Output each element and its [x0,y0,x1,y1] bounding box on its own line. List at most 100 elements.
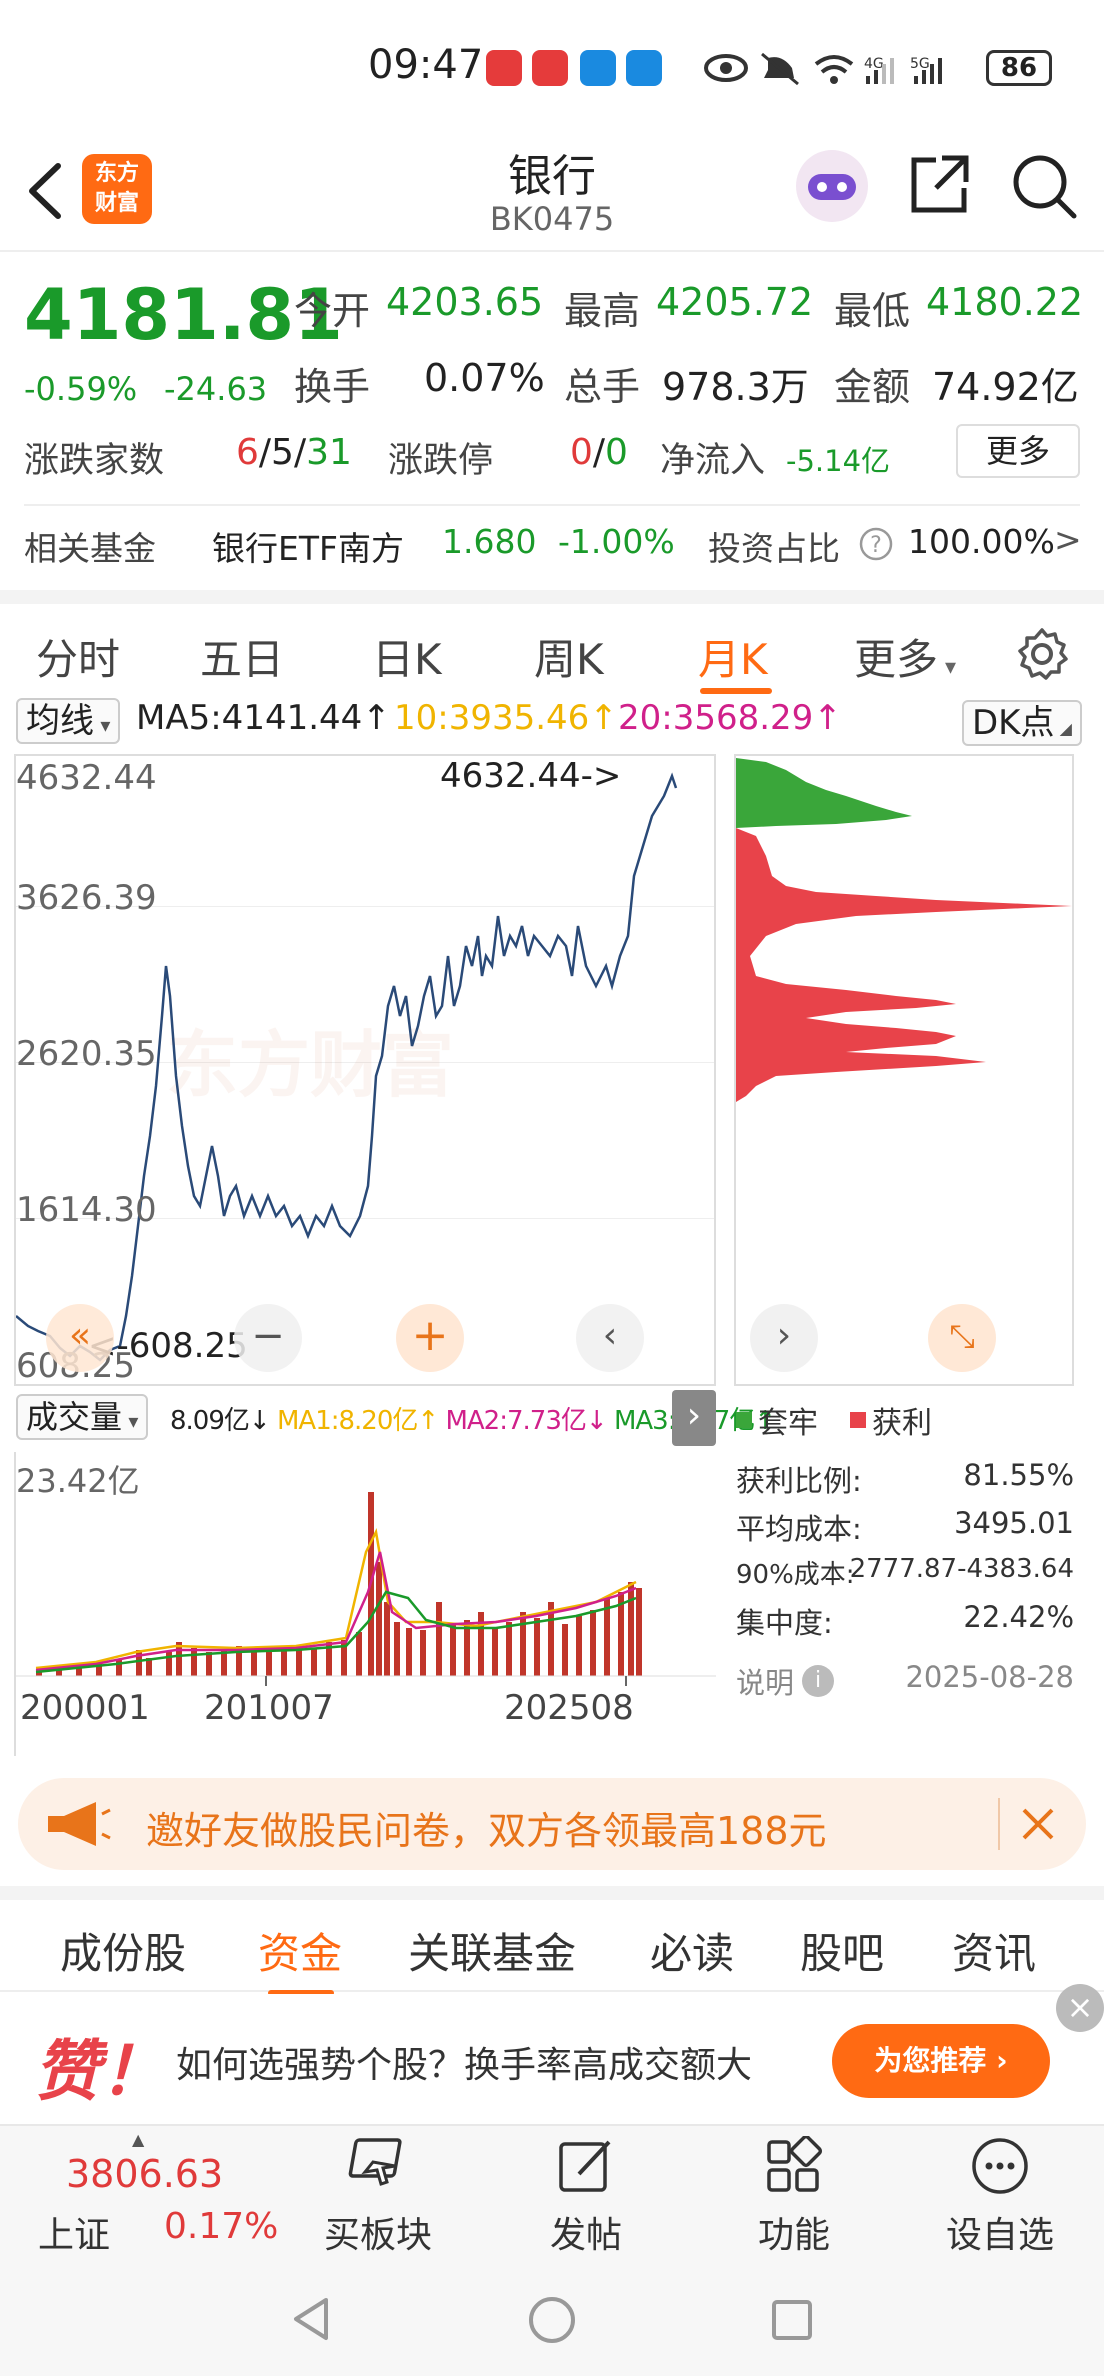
tab-daily-k[interactable]: 日K [372,626,442,687]
settings-gear-icon[interactable] [1014,626,1070,682]
high-label: 最高 [564,289,641,333]
y-label: 3626.39 [16,878,157,918]
recommend-button[interactable]: 为您推荐 › [832,2024,1050,2098]
chip-distribution-bars [736,758,1072,1102]
tab-intraday[interactable]: 分时 [36,626,120,687]
edit-icon [559,2140,611,2192]
invest-ratio-value[interactable]: 100.00% [908,522,1055,561]
amount-value: 74.92亿 [932,365,1079,409]
nav-home-icon[interactable] [526,2294,578,2346]
content-tabs: 成份股 资金 关联基金 必读 股吧 资讯 [0,1886,1104,1996]
tab-related-funds[interactable]: 关联基金 [408,1920,576,1981]
ma5-value: MA5:4141.44↑ [136,698,391,738]
expand-icon[interactable]: ⤡ [928,1304,996,1372]
profit-ratio-value: 81.55% [963,1458,1074,1492]
turnover-label: 换手 [294,365,371,409]
ma-selector[interactable]: 均线 ▾ [16,698,121,744]
promo-banner[interactable]: 邀好友做股民问卷，双方各领最高188元 [18,1778,1086,1870]
chevron-left-icon[interactable]: ‹ [576,1304,644,1372]
share-icon[interactable] [906,152,972,218]
x-label: 200001 [20,1688,150,1728]
grid-icon [767,2134,823,2192]
status-icons: 4G 5G [704,52,942,86]
tab-monthly-k[interactable]: 月K [698,626,768,687]
x-label: 201007 [204,1688,334,1728]
ma20-value: 20:3568.29↑ [618,698,842,738]
volume-value: 978.3万 [662,365,809,409]
zoom-in-icon[interactable]: + [396,1304,464,1372]
nav-recents-icon[interactable] [768,2296,816,2344]
legend-trapped-swatch [736,1412,752,1428]
more-button[interactable]: 更多 [956,424,1080,478]
notification-app-icon [532,50,568,86]
concentration-value: 22.42% [963,1600,1074,1634]
bottom-toolbar: ▲ 3806.63 上证 0.17% 买板块 发帖 功能 设自选 [0,2124,1104,2260]
tab-must-read[interactable]: 必读 [650,1920,734,1981]
y-label: 1614.30 [16,1190,157,1230]
quote-panel: 4181.81 -0.59% -24.63 今开 4203.65 最高 4205… [0,252,1104,587]
tab-forum[interactable]: 股吧 [800,1920,884,1981]
ad-banner[interactable]: 赞！ 如何选强势个股？换手率高成交额大 为您推荐 › × [0,1984,1104,2122]
notification-app-icon [580,50,616,86]
y-label: 2620.35 [16,1034,157,1074]
nav-back-icon[interactable] [286,2294,336,2344]
chip-legend: 套牢 获利 [736,1398,932,1442]
add-watchlist-button[interactable]: 设自选 [930,2136,1070,2258]
notification-app-icon [626,50,662,86]
chevron-right-icon[interactable]: > [1054,520,1082,559]
ad-close-icon[interactable]: × [1056,1984,1104,2032]
related-fund-change: -1.00% [558,522,675,561]
double-left-icon[interactable]: « [46,1304,114,1372]
kline-period-tabs: 分时 五日 日K 周K 月K 更多 ▾ [0,590,1104,694]
ad-text: 如何选强势个股？换手率高成交额大 [176,2045,753,2086]
x-label: 202508 [504,1688,634,1728]
index-change: 0.17% [164,2206,279,2247]
low-label: 最低 [834,289,911,333]
active-tab-indicator [700,688,772,694]
svg-text:4G: 4G [864,56,884,72]
chip-distribution-chart[interactable]: › ⤡ [734,754,1074,1386]
limit-label: 涨跌停 [388,441,494,481]
related-fund-price: 1.680 [442,522,537,561]
index-value[interactable]: 3806.63 [66,2152,223,2196]
open-value: 4203.65 [386,280,544,324]
kline-chart[interactable]: 东方财富 4632.44 3626.39 2620.35 1614.30 608… [14,754,716,1386]
zoom-out-icon[interactable]: − [234,1304,302,1372]
triangle-up-icon: ▲ [132,2130,145,2149]
invest-ratio-label: 投资占比 [708,529,840,568]
buy-board-icon [348,2138,402,2186]
chevron-right-icon[interactable]: › [750,1304,818,1372]
dk-point-selector[interactable]: DK点 ◢ [962,700,1082,746]
open-label: 今开 [294,289,371,333]
volume-chart: 23.42亿 200001 201007 202508 [14,1452,716,1756]
tab-five-day[interactable]: 五日 [200,626,284,687]
search-icon[interactable] [1010,152,1080,222]
status-bar: 09:47 4G 5G 86 [0,0,1104,130]
tab-weekly-k[interactable]: 周K [534,626,604,687]
tab-news[interactable]: 资讯 [952,1920,1036,1981]
updown-count: 6/5/31 [236,432,352,473]
ma10-value: 10:3935.46↑ [394,698,618,738]
high-value: 4205.72 [656,280,814,324]
netflow-value: -5.14亿 [786,444,891,478]
ad-icon: 赞！ [34,2033,166,2110]
assistant-robot-icon[interactable] [794,148,870,224]
expand-indicator-icon[interactable]: › [672,1390,716,1446]
indicator-selector[interactable]: 成交量 ▾ [16,1394,149,1440]
post-button[interactable]: 发帖 [516,2136,656,2258]
volume-label: 总手 [564,365,641,409]
related-fund-name[interactable]: 银行ETF南方 [212,522,404,570]
low-value: 4180.22 [926,280,1084,324]
tab-constituents[interactable]: 成份股 [60,1920,186,1981]
functions-button[interactable]: 功能 [724,2134,864,2258]
index-name: 上证 [38,2215,111,2256]
system-nav-bar [0,2260,1104,2376]
close-icon[interactable] [1018,1804,1058,1844]
tab-capital[interactable]: 资金 [258,1920,342,1981]
help-icon[interactable]: ? [858,526,894,562]
buy-board-button[interactable]: 买板块 [308,2136,448,2258]
banner-text: 邀好友做股民问卷，双方各领最高188元 [146,1809,827,1853]
page-header: 东方 财富 银行 BK0475 [0,130,1104,252]
tab-more[interactable]: 更多 ▾ [854,626,956,687]
updown-count-label: 涨跌家数 [24,441,165,481]
